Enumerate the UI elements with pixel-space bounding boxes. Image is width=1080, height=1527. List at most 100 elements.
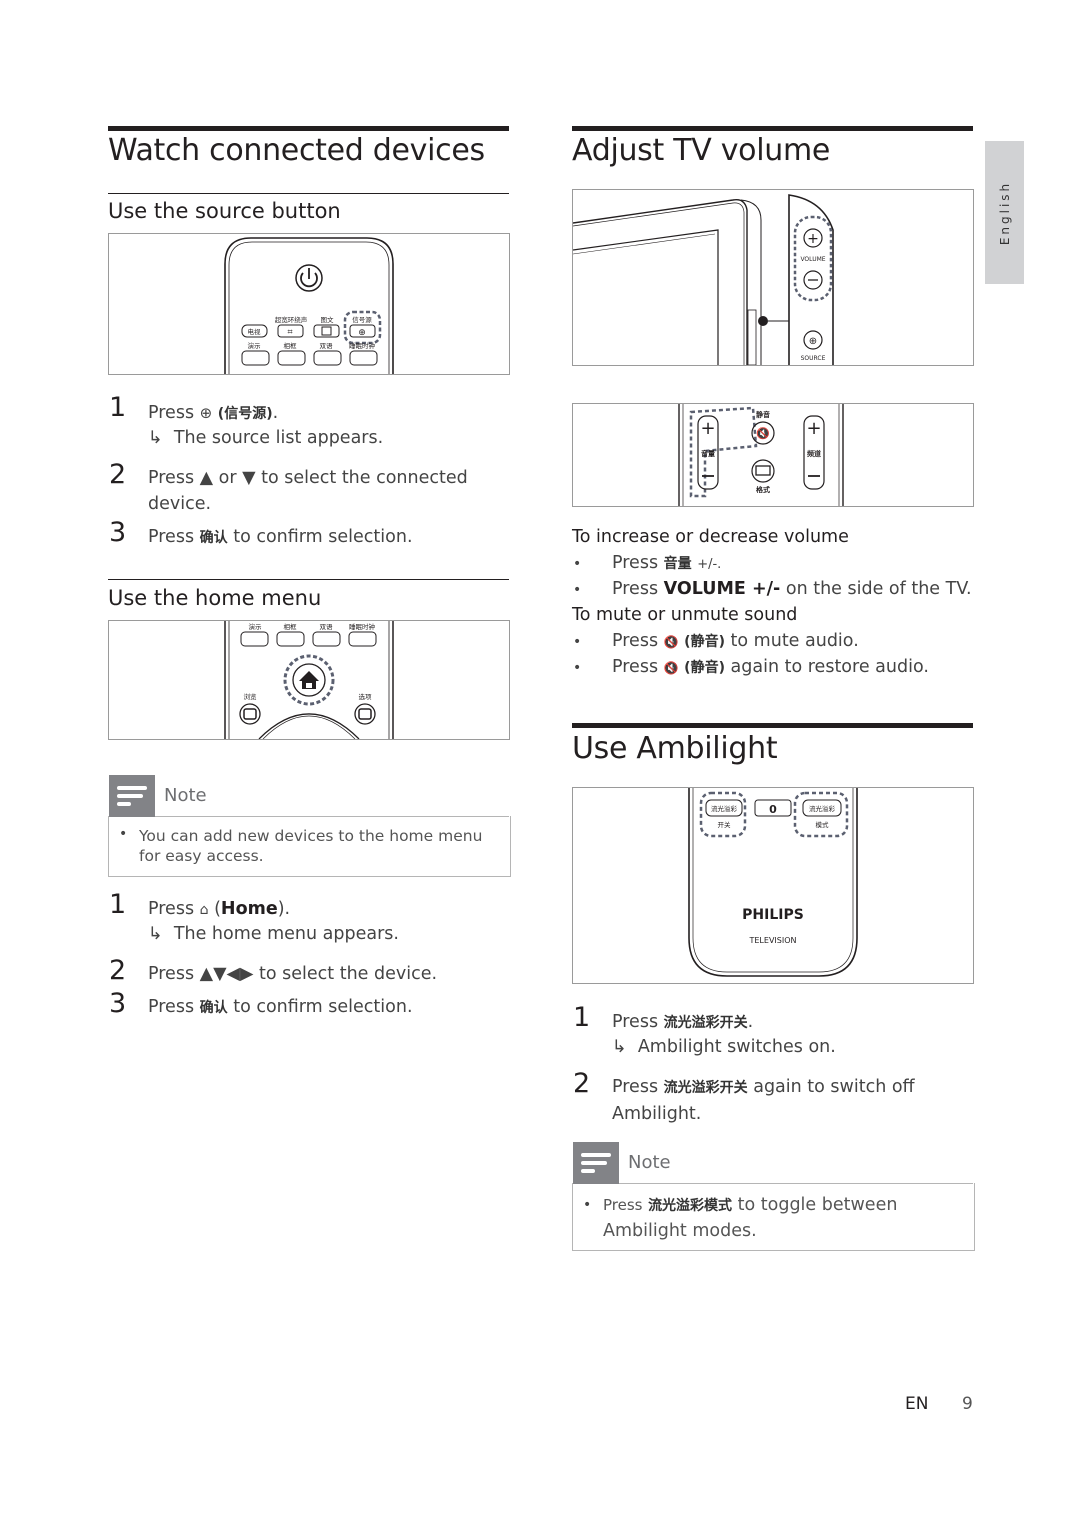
svg-text:+: + (807, 231, 819, 247)
section-title-ambilight: Use Ambilight (572, 731, 778, 766)
svg-text:+: + (806, 418, 821, 439)
remote-ambilight-illustration: 流光溢彩 开关 0 流光溢彩 模式 PHILIPS TELEVISION (688, 788, 858, 977)
result-arrow-icon: ↳ (148, 428, 163, 448)
figure-remote-ambilight: 流光溢彩 开关 0 流光溢彩 模式 PHILIPS TELEVISION (572, 787, 974, 984)
svg-text:相框: 相框 (284, 341, 298, 350)
svg-text:频道: 频道 (807, 449, 821, 458)
home-step-1-text: Press ⌂ (Home). (148, 899, 291, 919)
label-surround: 超宽环绕声 (275, 315, 308, 324)
mute-bullet-2: Press 🔇 (静音) again to restore audio. (612, 657, 929, 677)
ambilight-step-1-text: Press 流光溢彩开关. (612, 1012, 754, 1032)
mute-icon: 🔇 (756, 427, 770, 440)
subsection-title-source: Use the source button (108, 199, 341, 223)
result-arrow-icon: ↳ (148, 924, 163, 944)
svg-text:0: 0 (769, 803, 777, 816)
step-number: 1 (109, 392, 127, 423)
note-text: Press 流光溢彩模式 to toggle between Ambilight… (603, 1195, 898, 1241)
increase-volume-heading: To increase or decrease volume (572, 527, 849, 547)
section-rule (572, 126, 973, 131)
svg-text:SOURCE: SOURCE (801, 355, 826, 362)
step-number: 2 (573, 1068, 591, 1099)
note-icon (573, 1142, 619, 1184)
tv-side-illustration: + VOLUME ⊕ SOURCE (573, 194, 834, 365)
note-label: Note (628, 1152, 671, 1173)
svg-text:+: + (700, 418, 715, 439)
section-title-watch-devices: Watch connected devices (108, 133, 485, 168)
step-number: 3 (109, 517, 127, 548)
step-1-result: ↳ The source list appears. (148, 428, 384, 448)
subsection-title-home: Use the home menu (108, 586, 322, 610)
step-number: 1 (573, 1002, 591, 1033)
svg-text:浏览: 浏览 (244, 692, 258, 701)
remote-volume-illustration: + 音量 静音 🔇 格式 + 频道 (678, 404, 844, 506)
ambilight-step-2-text: Press 流光溢彩开关 again to switch off Ambilig… (612, 1077, 915, 1124)
mute-icon: 🔇 (663, 661, 679, 675)
step-2-text: Press ▲ or ▼ to select the connected dev… (148, 468, 468, 514)
svg-text:演示: 演示 (249, 622, 263, 631)
svg-text:模式: 模式 (816, 820, 830, 829)
home-icon: ⌂ (199, 902, 209, 918)
label-source: 信号源 (352, 315, 372, 324)
home-step-1-result: ↳ The home menu appears. (148, 924, 399, 944)
step-1-text: Press ⊕ (信号源). (148, 403, 279, 423)
svg-text:睡眠时钟: 睡眠时钟 (349, 341, 376, 350)
volume-bullet-1: Press 音量 +/-. (612, 553, 722, 573)
result-arrow-icon: ↳ (612, 1037, 627, 1057)
note-box: • Press 流光溢彩模式 to toggle between Ambilig… (572, 1183, 975, 1251)
svg-text:音量: 音量 (701, 449, 715, 458)
ambilight-step-1-result: ↳ Ambilight switches on. (612, 1037, 836, 1057)
mute-icon: 🔇 (663, 635, 679, 649)
svg-text:选项: 选项 (359, 692, 373, 701)
language-tab: English (985, 141, 1024, 284)
svg-text:VOLUME: VOLUME (800, 256, 825, 263)
mute-heading: To mute or unmute sound (572, 605, 798, 625)
svg-text:相框: 相框 (284, 622, 298, 631)
note-label: Note (164, 785, 207, 806)
svg-text:⌗: ⌗ (287, 328, 292, 338)
remote-home-illustration: 演示 相框 双语 睡眠时钟 浏览 选项 (224, 621, 394, 739)
svg-text:格式: 格式 (756, 485, 770, 494)
philips-logo: PHILIPS (742, 907, 804, 923)
volume-bullet-2: Press VOLUME +/- on the side of the TV. (612, 579, 972, 599)
home-icon (299, 671, 319, 689)
step-number: 1 (109, 889, 127, 920)
svg-text:⊕: ⊕ (809, 336, 817, 347)
step-number: 2 (109, 955, 127, 986)
label-tv: 电视 (248, 327, 262, 336)
source-icon: ⊕ (358, 328, 366, 338)
note-icon (109, 775, 155, 817)
svg-text:开关: 开关 (718, 820, 732, 829)
svg-text:双语: 双语 (320, 341, 334, 350)
format-button (751, 459, 775, 483)
svg-text:流光溢彩: 流光溢彩 (711, 804, 738, 813)
svg-text:静音: 静音 (756, 410, 770, 419)
figure-remote-home: 演示 相框 双语 睡眠时钟 浏览 选项 (108, 620, 510, 740)
svg-text:演示: 演示 (248, 341, 262, 350)
section-rule (572, 723, 973, 728)
page-number: 9 (962, 1394, 973, 1414)
source-icon: ⊕ (199, 404, 213, 422)
remote-illustration: 超宽环绕声 图文 信号源 电视 ⌗ ⊕ 演示 相框 双语 睡眠时钟 (224, 237, 394, 374)
step-number: 2 (109, 459, 127, 490)
figure-remote-source: 超宽环绕声 图文 信号源 电视 ⌗ ⊕ 演示 相框 双语 睡眠时钟 (108, 233, 510, 375)
mute-bullet-1: Press 🔇 (静音) to mute audio. (612, 631, 859, 651)
section-rule (108, 126, 509, 131)
svg-text:睡眠时钟: 睡眠时钟 (349, 622, 376, 631)
subsection-rule (108, 193, 509, 194)
section-title-volume: Adjust TV volume (572, 133, 831, 168)
figure-tv-side: + VOLUME ⊕ SOURCE (572, 189, 974, 366)
subsection-rule (108, 579, 509, 580)
home-step-2-text: Press ▲▼◀▶ to select the device. (148, 964, 438, 984)
footer-language: EN (905, 1394, 929, 1414)
svg-text:双语: 双语 (320, 622, 334, 631)
svg-text:流光溢彩: 流光溢彩 (809, 804, 836, 813)
figure-remote-volume: + 音量 静音 🔇 格式 + 频道 (572, 403, 974, 507)
step-3-text: Press 确认 to confirm selection. (148, 527, 413, 547)
home-step-3-text: Press 确认 to confirm selection. (148, 997, 413, 1017)
step-number: 3 (109, 988, 127, 1019)
svg-text:TELEVISION: TELEVISION (748, 936, 796, 945)
power-icon (295, 264, 323, 292)
note-text: You can add new devices to the home menu… (139, 827, 483, 865)
label-teletext: 图文 (321, 315, 335, 324)
note-box: • You can add new devices to the home me… (108, 816, 511, 877)
